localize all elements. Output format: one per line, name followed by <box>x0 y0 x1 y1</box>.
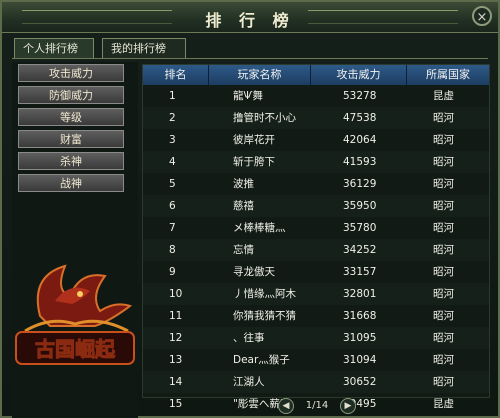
tab-divider <box>12 58 488 59</box>
table-row[interactable]: 9 寻龙傲天 33157 昭河 <box>143 261 489 283</box>
table-row[interactable]: 14 江湖人 30652 昭河 <box>143 371 489 393</box>
country-cell: 昭河 <box>433 354 454 366</box>
rank-cell: 15 <box>169 398 183 410</box>
attack-power-cell: 33157 <box>343 266 377 278</box>
country-cell: 昭河 <box>433 376 454 388</box>
country-cell: 昭河 <box>433 332 454 344</box>
table-row[interactable]: 12 、往事 31095 昭河 <box>143 327 489 349</box>
country-cell: 昭河 <box>433 288 454 300</box>
player-name-cell: 寻龙傲天 <box>233 266 275 278</box>
category-level[interactable]: 等级 <box>18 108 124 126</box>
rank-cell: 9 <box>169 266 176 278</box>
page-indicator: 1/14 <box>305 400 329 411</box>
player-name-cell: 江湖人 <box>233 376 265 388</box>
ranking-table: 排名 玩家名称 攻击威力 所属国家 1 龍Ѱ舞 53278 昆虚 2 撸管时不小心 4753… <box>142 64 490 410</box>
category-war-god[interactable]: 战神 <box>18 174 124 192</box>
country-cell: 昭河 <box>433 222 454 234</box>
country-cell: 昭河 <box>433 112 454 124</box>
player-name-cell: メ棒棒糖灬 <box>233 222 286 234</box>
attack-power-cell: 32801 <box>343 288 377 300</box>
header-country: 所属国家 <box>426 68 470 81</box>
country-cell: 昭河 <box>433 266 454 278</box>
close-icon[interactable]: × <box>472 6 492 26</box>
rank-cell: 5 <box>169 178 176 190</box>
rank-cell: 8 <box>169 244 176 256</box>
attack-power-cell: 30652 <box>343 376 377 388</box>
table-row[interactable]: 7 メ棒棒糖灬 35780 昭河 <box>143 217 489 239</box>
player-name-cell: 、往事 <box>233 332 265 344</box>
table-row[interactable]: 10 丿惜缘灬阿木 32801 昭河 <box>143 283 489 305</box>
rank-cell: 14 <box>169 376 183 388</box>
rank-cell: 2 <box>169 112 176 124</box>
table-row[interactable]: 13 Dear灬猴子 31094 昭河 <box>143 349 489 371</box>
window-title: 排 行 榜 <box>205 11 295 30</box>
player-name-cell: 龍Ѱ舞 <box>233 90 263 102</box>
country-cell: 昆虚 <box>433 90 454 102</box>
category-defense-power[interactable]: 防御威力 <box>18 86 124 104</box>
table-row[interactable]: 2 撸管时不小心 47538 昭河 <box>143 107 489 129</box>
table-row[interactable]: 1 龍Ѱ舞 53278 昆虚 <box>143 85 489 107</box>
table-row[interactable]: 4 斩于胯下 41593 昭河 <box>143 151 489 173</box>
country-cell: 昭河 <box>433 310 454 322</box>
table-row[interactable]: 6 慈禧 35950 昭河 <box>143 195 489 217</box>
rank-cell: 3 <box>169 134 176 146</box>
header-rank: 排名 <box>143 65 209 85</box>
category-wealth[interactable]: 财富 <box>18 130 124 148</box>
country-cell: 昆虚 <box>433 398 454 410</box>
rank-cell: 12 <box>169 332 183 344</box>
attack-power-cell: 42064 <box>343 134 377 146</box>
attack-power-cell: 41593 <box>343 156 377 168</box>
player-name-cell: 慈禧 <box>233 200 254 212</box>
table-row[interactable]: 8 忘情 34252 昭河 <box>143 239 489 261</box>
player-name-cell: 斩于胯下 <box>233 156 275 168</box>
pagination: ◀ 1/14 ▶ <box>278 398 358 416</box>
rank-cell: 6 <box>169 200 176 212</box>
attack-power-cell: 31094 <box>343 354 377 366</box>
country-cell: 昭河 <box>433 244 454 256</box>
prev-page-icon[interactable]: ◀ <box>278 398 294 414</box>
player-name-cell: Dear灬猴子 <box>233 354 290 366</box>
attack-power-cell: 31095 <box>343 332 377 344</box>
player-name-cell: "彫雲へ薪" <box>233 398 285 410</box>
player-name-cell: 丿惜缘灬阿木 <box>233 288 296 300</box>
table-row[interactable]: 3 彼岸花开 42064 昭河 <box>143 129 489 151</box>
attack-power-cell: 35780 <box>343 222 377 234</box>
header-attack-power: 攻击威力 <box>311 65 407 85</box>
attack-power-cell: 31668 <box>343 310 377 322</box>
country-cell: 昭河 <box>433 156 454 168</box>
player-name-cell: 撸管时不小心 <box>233 112 296 124</box>
rank-cell: 1 <box>169 90 176 102</box>
rank-cell: 10 <box>169 288 183 300</box>
next-page-icon[interactable]: ▶ <box>340 398 356 414</box>
tab-my-ranking[interactable]: 我的排行榜 <box>102 38 186 58</box>
player-name-cell: 你猜我猜不猜 <box>233 310 296 322</box>
attack-power-cell: 53278 <box>343 90 377 102</box>
attack-power-cell: 47538 <box>343 112 377 124</box>
table-header: 排名 玩家名称 攻击威力 所属国家 <box>143 65 489 85</box>
table-row[interactable]: 11 你猜我猜不猜 31668 昭河 <box>143 305 489 327</box>
category-attack-power[interactable]: 攻击威力 <box>18 64 124 82</box>
attack-power-cell: 36129 <box>343 178 377 190</box>
header-player-name: 玩家名称 <box>209 65 311 85</box>
attack-power-cell: 35950 <box>343 200 377 212</box>
table-row[interactable]: 5 波推 36129 昭河 <box>143 173 489 195</box>
tab-personal-ranking[interactable]: 个人排行榜 <box>14 38 94 58</box>
rank-cell: 7 <box>169 222 176 234</box>
rank-cell: 11 <box>169 310 183 322</box>
logo-text: 古国崛起 <box>35 337 116 361</box>
title-bar: 排 行 榜 × <box>2 2 498 33</box>
player-name-cell: 忘情 <box>233 244 254 256</box>
country-cell: 昭河 <box>433 134 454 146</box>
dragon-emblem-icon <box>24 264 133 333</box>
attack-power-cell: 34252 <box>343 244 377 256</box>
player-name-cell: 波推 <box>233 178 254 190</box>
rank-cell: 13 <box>169 354 183 366</box>
leaderboard-window: 排 行 榜 × 个人排行榜 我的排行榜 攻击威力 防御威力 等级 财富 杀神 战… <box>0 0 500 418</box>
category-killer[interactable]: 杀神 <box>18 152 124 170</box>
country-cell: 昭河 <box>433 200 454 212</box>
rank-cell: 4 <box>169 156 176 168</box>
player-name-cell: 彼岸花开 <box>233 134 275 146</box>
game-logo: 古国崛起 <box>15 264 135 365</box>
country-cell: 昭河 <box>433 178 454 190</box>
